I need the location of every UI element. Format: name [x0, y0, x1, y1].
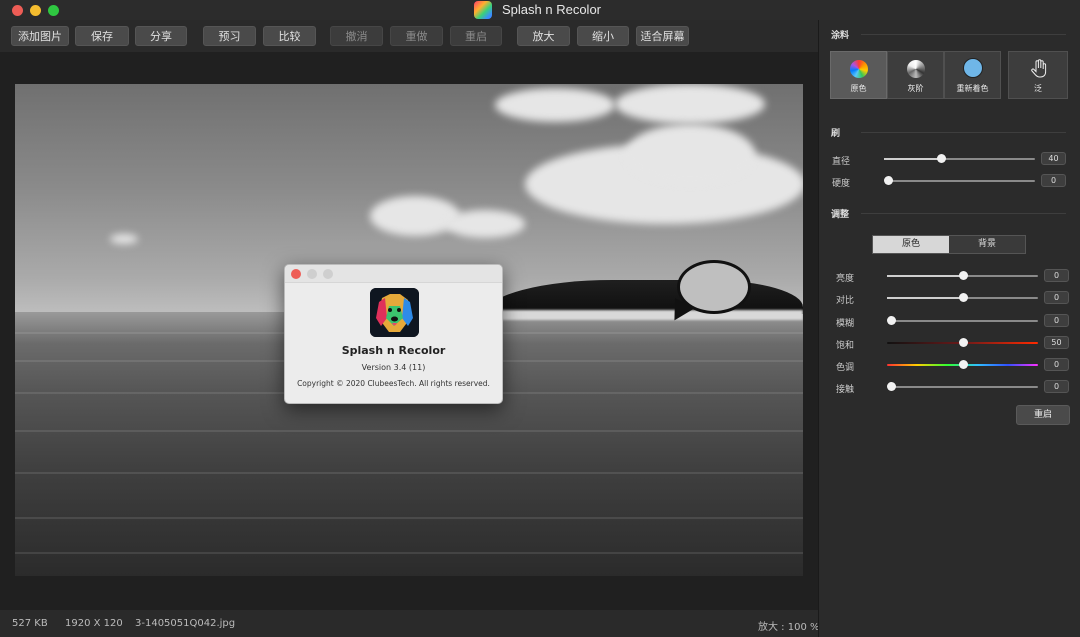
color-wheel-icon [849, 60, 868, 78]
diameter-slider[interactable] [884, 154, 1035, 163]
about-zoom-button [323, 269, 333, 279]
slider-knob[interactable] [937, 154, 947, 163]
mode-grayscale-label: 灰阶 [907, 84, 924, 93]
slider-knob[interactable] [958, 360, 968, 369]
status-bar: 527 KB 1920 X 120 3-1405051Q042.jpg 放大 :… [0, 610, 820, 637]
adjust-section-title: 调整 [831, 210, 850, 220]
about-close-button[interactable] [291, 269, 301, 279]
photo-beach [495, 310, 803, 320]
save-button[interactable]: 保存 [75, 26, 129, 46]
slider-knob[interactable] [887, 316, 896, 325]
mode-original-button[interactable]: 原色 [830, 51, 887, 99]
title-bar: Splash n Recolor [0, 0, 1080, 20]
zoom-out-button[interactable]: 缩小 [577, 26, 629, 46]
zoom-level: 放大 : 100 % [758, 622, 820, 633]
diameter-value[interactable]: 40 [1041, 152, 1066, 165]
image-dimensions: 1920 X 120 [65, 618, 123, 629]
about-dialog: Splash n Recolor Version 3.4 (11) Copyri… [284, 264, 503, 404]
exposure-value[interactable]: 0 [1044, 380, 1069, 393]
zoom-in-button[interactable]: 放大 [517, 26, 570, 46]
about-title-bar [285, 265, 502, 283]
toolbar: 添加图片 保存 分享 预习 比较 撤消 重做 重启 放大 缩小 适合屏幕 [0, 20, 818, 52]
divider [861, 213, 1066, 214]
speech-bubble [677, 260, 751, 314]
slider-knob[interactable] [958, 293, 968, 302]
undo-button[interactable]: 撤消 [330, 26, 383, 46]
mode-recolor-label: 重新着色 [956, 84, 989, 93]
about-version: Version 3.4 (11) [361, 363, 426, 372]
redo-button[interactable]: 重做 [390, 26, 443, 46]
saturation-label: 饱和 [836, 341, 855, 351]
mode-grayscale-button[interactable]: 灰阶 [887, 51, 944, 99]
saturation-slider[interactable] [887, 338, 1038, 347]
reset-image-button[interactable]: 重启 [450, 26, 502, 46]
hand-icon [1031, 59, 1047, 78]
fit-screen-button[interactable]: 适合屏幕 [636, 26, 689, 46]
recolor-circle-icon [962, 58, 983, 78]
photo-cloud [445, 210, 525, 238]
add-image-button[interactable]: 添加图片 [11, 26, 69, 46]
paint-mode-group: 原色 灰阶 重新着色 [830, 51, 1001, 99]
compare-button[interactable]: 比较 [263, 26, 316, 46]
preview-button[interactable]: 预习 [203, 26, 256, 46]
hue-label: 色调 [836, 363, 855, 373]
file-size: 527 KB [12, 618, 48, 629]
divider [861, 34, 1066, 35]
divider [861, 132, 1066, 133]
exposure-slider[interactable] [887, 382, 1038, 391]
hue-slider[interactable] [887, 360, 1038, 369]
file-name: 3-1405051Q042.jpg [135, 618, 236, 629]
hardness-label: 硬度 [832, 179, 851, 189]
contrast-value[interactable]: 0 [1044, 291, 1069, 304]
app-icon [474, 1, 492, 19]
photo-cloud [495, 88, 615, 122]
window-title: Splash n Recolor [502, 2, 601, 17]
mode-recolor-button[interactable]: 重新着色 [944, 51, 1001, 99]
adjust-target-tabs: 原色 背景 [872, 235, 1026, 254]
tab-original[interactable]: 原色 [873, 236, 949, 253]
close-window-button[interactable] [12, 5, 23, 16]
saturation-value[interactable]: 50 [1044, 336, 1069, 349]
paint-section-title: 涂料 [831, 31, 850, 41]
tab-background[interactable]: 背景 [949, 236, 1025, 253]
about-app-name: Splash n Recolor [341, 344, 446, 357]
slider-knob[interactable] [884, 176, 893, 185]
photo-cloud [615, 84, 765, 124]
slider-knob[interactable] [958, 338, 968, 347]
blur-slider[interactable] [887, 316, 1038, 325]
slider-knob[interactable] [958, 271, 968, 280]
reset-adjustments-button[interactable]: 重启 [1016, 405, 1070, 425]
hardness-value[interactable]: 0 [1041, 174, 1066, 187]
photo-cloud [110, 234, 138, 244]
brightness-value[interactable]: 0 [1044, 269, 1069, 282]
about-minimize-button [307, 269, 317, 279]
photo-cloud [625, 124, 755, 184]
brightness-label: 亮度 [836, 274, 855, 284]
about-copyright: Copyright © 2020 ClubeesTech. All rights… [297, 379, 490, 388]
contrast-slider[interactable] [887, 293, 1038, 302]
photo-cloud [370, 196, 460, 236]
contrast-label: 对比 [836, 296, 855, 306]
minimize-window-button[interactable] [30, 5, 41, 16]
grayscale-wheel-icon [906, 60, 925, 78]
hardness-slider[interactable] [884, 176, 1035, 185]
brightness-slider[interactable] [887, 271, 1038, 280]
mode-original-label: 原色 [850, 84, 867, 93]
hue-value[interactable]: 0 [1044, 358, 1069, 371]
zoom-window-button[interactable] [48, 5, 59, 16]
blur-value[interactable]: 0 [1044, 314, 1069, 327]
tools-panel: 涂料 原色 灰阶 重新着色 泛 刷 直径 40 硬度 0 调整 原色 背景 亮度… [818, 20, 1080, 637]
brush-section-title: 刷 [831, 129, 841, 139]
share-button[interactable]: 分享 [135, 26, 187, 46]
pan-button[interactable]: 泛 [1008, 51, 1068, 99]
slider-knob[interactable] [887, 382, 896, 391]
pan-label: 泛 [1034, 84, 1042, 93]
app-logo-dog-icon [370, 288, 419, 337]
diameter-label: 直径 [832, 157, 851, 167]
blur-label: 模糊 [836, 319, 855, 329]
exposure-label: 接触 [836, 385, 855, 395]
